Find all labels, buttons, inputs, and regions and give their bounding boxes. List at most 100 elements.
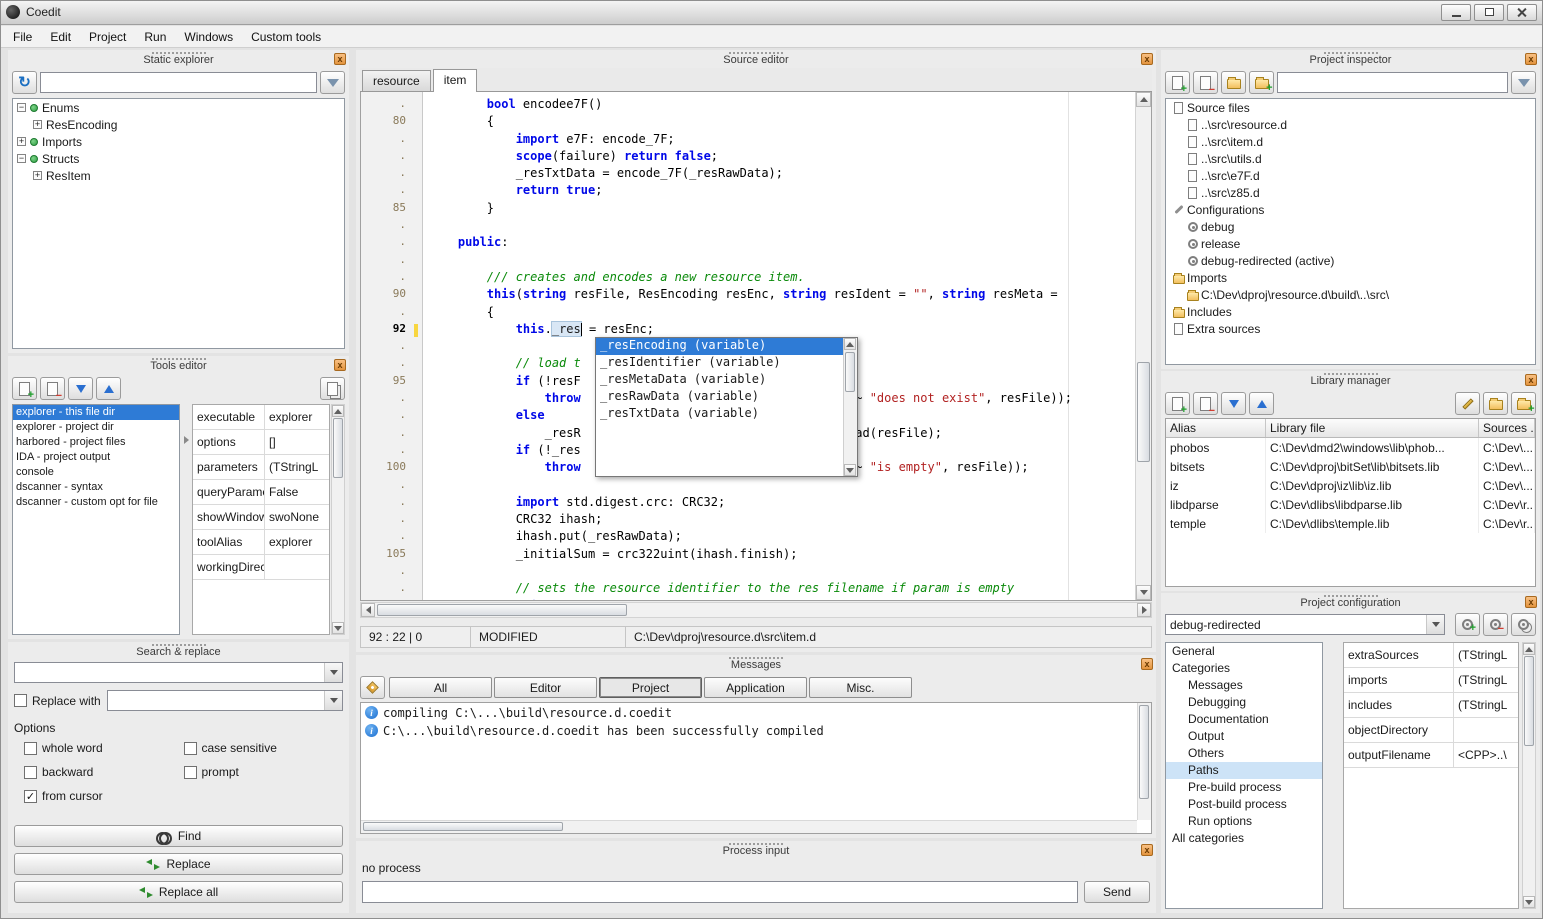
new-tool-button[interactable] bbox=[12, 377, 37, 400]
add-config-button[interactable] bbox=[1455, 613, 1480, 636]
open-folder-button[interactable] bbox=[1221, 71, 1246, 94]
library-row[interactable]: phobosC:\Dev\dmd2\windows\lib\phob...C:\… bbox=[1166, 438, 1535, 457]
tab-resource[interactable]: resource bbox=[362, 70, 431, 91]
collapse-icon[interactable] bbox=[17, 154, 26, 163]
property-value[interactable]: (TStringL bbox=[1454, 673, 1518, 687]
expand-icon[interactable] bbox=[33, 171, 42, 180]
property-value[interactable]: [] bbox=[265, 435, 329, 449]
tree-item-enums[interactable]: Enums bbox=[13, 99, 344, 116]
editor-vertical-scrollbar[interactable] bbox=[1135, 92, 1151, 600]
configuration-select[interactable]: debug-redirected bbox=[1165, 614, 1445, 635]
symbol-search-input[interactable] bbox=[40, 72, 317, 93]
library-row[interactable]: templeC:\Dev\dlibs\temple.libC:\Dev\r... bbox=[1166, 514, 1535, 533]
column-header-library-file[interactable]: Library file bbox=[1266, 419, 1479, 437]
category-messages[interactable]: Messages bbox=[1166, 677, 1322, 694]
move-down-button[interactable] bbox=[1221, 392, 1246, 415]
panel-close-icon[interactable] bbox=[1525, 374, 1537, 386]
messages-vertical-scrollbar[interactable] bbox=[1137, 703, 1151, 820]
remove-file-button[interactable] bbox=[1193, 71, 1218, 94]
property-value[interactable]: (TStringL bbox=[265, 460, 329, 474]
menu-file[interactable]: File bbox=[4, 27, 41, 47]
combo-dropdown-button[interactable] bbox=[324, 691, 342, 710]
message-item[interactable]: C:\...\build\resource.d.coedit has been … bbox=[361, 721, 1151, 739]
project-tree-item-includes[interactable]: Includes bbox=[1166, 303, 1535, 320]
tab-item[interactable]: item bbox=[433, 69, 478, 92]
category-output[interactable]: Output bbox=[1166, 728, 1322, 745]
filter-button[interactable] bbox=[320, 71, 345, 94]
completion-scrollbar[interactable] bbox=[843, 338, 857, 476]
checkbox-from-cursor[interactable]: from cursor bbox=[24, 789, 184, 803]
column-header-alias[interactable]: Alias bbox=[1166, 419, 1266, 437]
message-item[interactable]: compiling C:\...\build\resource.d.coedit bbox=[361, 703, 1151, 721]
project-tree-item-src-item-d[interactable]: ..\src\item.d bbox=[1166, 133, 1535, 150]
titlebar[interactable]: Coedit bbox=[0, 0, 1543, 25]
tool-list-item[interactable]: dscanner - syntax bbox=[13, 480, 179, 495]
tool-list-item[interactable]: console bbox=[13, 465, 179, 480]
checkbox-backward[interactable]: backward bbox=[24, 765, 184, 779]
find-button[interactable]: Find bbox=[14, 825, 343, 847]
add-file-button[interactable] bbox=[1165, 71, 1190, 94]
property-value[interactable]: (TStringL bbox=[1454, 648, 1518, 662]
config-grid-scrollbar[interactable] bbox=[1522, 642, 1536, 909]
library-row[interactable]: libdparseC:\Dev\dlibs\libdparse.libC:\De… bbox=[1166, 495, 1535, 514]
library-row[interactable]: bitsetsC:\Dev\dproj\bitSet\lib\bitsets.l… bbox=[1166, 457, 1535, 476]
panel-close-icon[interactable] bbox=[334, 53, 346, 65]
editor-horizontal-scrollbar[interactable] bbox=[360, 602, 1152, 618]
scroll-down-button[interactable] bbox=[1136, 585, 1151, 600]
panel-close-icon[interactable] bbox=[1525, 596, 1537, 608]
scroll-left-button[interactable] bbox=[361, 603, 375, 617]
column-header-sources[interactable]: Sources ... bbox=[1479, 419, 1535, 437]
library-row[interactable]: izC:\Dev\dproj\iz\lib\iz.libC:\Dev\... bbox=[1166, 476, 1535, 495]
process-input-field[interactable] bbox=[362, 881, 1078, 903]
filter-editor[interactable]: Editor bbox=[494, 677, 597, 698]
project-tree-item-debug-redirected-active[interactable]: debug-redirected (active) bbox=[1166, 252, 1535, 269]
expand-icon[interactable] bbox=[33, 120, 42, 129]
replace-term-combo[interactable] bbox=[107, 690, 343, 711]
filter-button[interactable] bbox=[1511, 71, 1536, 94]
tree-item-resitem[interactable]: ResItem bbox=[13, 167, 344, 184]
combo-dropdown-button[interactable] bbox=[324, 663, 342, 682]
project-tree-item-src-resource-d[interactable]: ..\src\resource.d bbox=[1166, 116, 1535, 133]
category-run-options[interactable]: Run options bbox=[1166, 813, 1322, 830]
replace-all-button[interactable]: Replace all bbox=[14, 881, 343, 903]
search-term-combo[interactable] bbox=[14, 662, 343, 683]
scrollbar-thumb[interactable] bbox=[377, 604, 627, 616]
panel-close-icon[interactable] bbox=[334, 359, 346, 371]
tag-button[interactable] bbox=[360, 676, 385, 699]
expand-icon[interactable] bbox=[17, 137, 26, 146]
checkbox-whole-word[interactable]: whole word bbox=[24, 741, 184, 755]
scroll-right-button[interactable] bbox=[1137, 603, 1151, 617]
project-tree-item-configurations[interactable]: Configurations bbox=[1166, 201, 1535, 218]
tree-item-resencoding[interactable]: ResEncoding bbox=[13, 116, 344, 133]
category-general[interactable]: General bbox=[1166, 643, 1322, 660]
checkbox-prompt[interactable]: prompt bbox=[184, 765, 344, 779]
tool-list-item[interactable]: dscanner - custom opt for file bbox=[13, 495, 179, 510]
property-value[interactable]: explorer bbox=[265, 535, 329, 549]
menu-project[interactable]: Project bbox=[80, 27, 135, 47]
tool-list-item[interactable]: explorer - project dir bbox=[13, 420, 179, 435]
remove-config-button[interactable] bbox=[1483, 613, 1508, 636]
project-tree-item-c-dev-dproj-resource-d-build-src[interactable]: C:\Dev\dproj\resource.d\build\..\src\ bbox=[1166, 286, 1535, 303]
category-documentation[interactable]: Documentation bbox=[1166, 711, 1322, 728]
completion-item[interactable]: _resEncoding (variable) bbox=[596, 338, 843, 355]
replace-button[interactable]: Replace bbox=[14, 853, 343, 875]
category-debugging[interactable]: Debugging bbox=[1166, 694, 1322, 711]
refresh-button[interactable] bbox=[12, 71, 37, 94]
menu-edit[interactable]: Edit bbox=[41, 27, 80, 47]
menu-windows[interactable]: Windows bbox=[175, 27, 242, 47]
replace-with-checkbox[interactable]: Replace with bbox=[14, 694, 101, 708]
property-value[interactable]: (TStringL bbox=[1454, 698, 1518, 712]
tools-grid-scrollbar[interactable] bbox=[331, 404, 345, 635]
project-tree-item-src-z85-d[interactable]: ..\src\z85.d bbox=[1166, 184, 1535, 201]
inspector-filter-input[interactable] bbox=[1277, 72, 1508, 93]
tool-list-item[interactable]: IDA - project output bbox=[13, 450, 179, 465]
tool-list-item[interactable]: harbored - project files bbox=[13, 435, 179, 450]
checkbox-case-sensitive[interactable]: case sensitive bbox=[184, 741, 344, 755]
move-down-button[interactable] bbox=[68, 377, 93, 400]
category-categories[interactable]: Categories bbox=[1166, 660, 1322, 677]
close-button[interactable] bbox=[1507, 4, 1537, 21]
category-others[interactable]: Others bbox=[1166, 745, 1322, 762]
category-pre-build-process[interactable]: Pre-build process bbox=[1166, 779, 1322, 796]
tree-item-structs[interactable]: Structs bbox=[13, 150, 344, 167]
property-value[interactable]: explorer bbox=[265, 410, 329, 424]
